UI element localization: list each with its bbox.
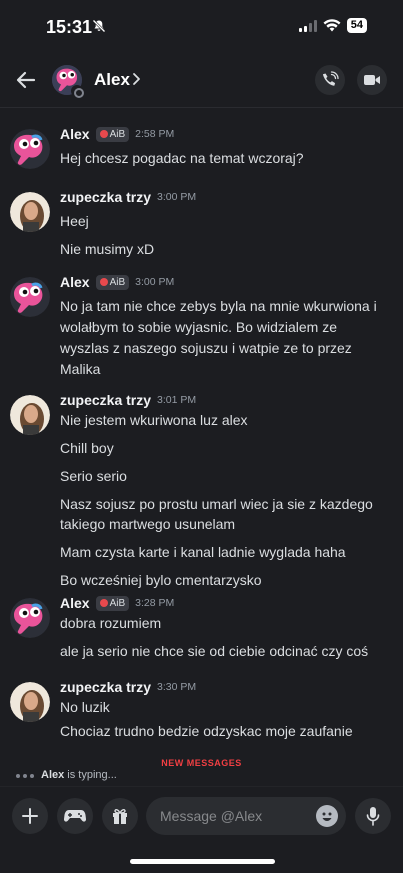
message-author[interactable]: Alex — [60, 126, 90, 142]
message-text: Nasz sojusz po prostu umarl wiec ja sie … — [60, 496, 373, 512]
voice-message-button[interactable] — [355, 798, 391, 834]
typing-dots-icon — [16, 774, 34, 778]
emoji-icon — [322, 812, 332, 821]
status-bar: 15:31 54 — [0, 0, 403, 52]
emoji-button[interactable] — [316, 805, 338, 827]
battery-indicator: 54 — [346, 18, 367, 33]
dm-header: Alex — [0, 52, 403, 108]
avatar[interactable] — [10, 192, 50, 232]
fire-icon — [99, 278, 108, 286]
fire-icon — [99, 130, 108, 138]
message-text: dobra rozumiem — [60, 615, 162, 631]
message-header: Alex AiB 3:28 PM — [60, 595, 174, 611]
message-text: Malika — [60, 361, 101, 377]
message-header: Alex AiB 3:00 PM — [60, 274, 174, 290]
conversation-title[interactable]: Alex — [94, 70, 130, 90]
fire-icon — [99, 599, 108, 607]
cellular-signal-icon — [298, 19, 317, 32]
gift-icon — [113, 809, 127, 824]
message-timestamp: 3:28 PM — [135, 597, 175, 609]
activities-button[interactable] — [57, 798, 93, 834]
message-input-container — [146, 797, 346, 835]
video-call-button[interactable] — [357, 65, 387, 95]
message-author[interactable]: zupeczka trzy — [60, 189, 151, 205]
guild-tag-badge[interactable]: AiB — [95, 595, 130, 611]
video-camera-icon — [364, 75, 380, 85]
message-timestamp: 3:00 PM — [135, 276, 175, 288]
avatar[interactable] — [10, 277, 50, 317]
message-text: ale ja serio nie chce sie od ciebie odci… — [60, 643, 369, 659]
message-author[interactable]: Alex — [60, 274, 90, 290]
message-text: Heej — [60, 213, 89, 229]
message-header: zupeczka trzy 3:01 PM — [60, 392, 196, 408]
plus-icon — [22, 808, 38, 824]
message-text: Nie musimy xD — [60, 241, 155, 257]
message-input[interactable] — [160, 797, 310, 835]
message-text: wolałbym to sobie wyjasnic. Bo widzialem… — [60, 319, 337, 335]
add-attachment-button[interactable] — [12, 798, 48, 834]
message-author[interactable]: zupeczka trzy — [60, 392, 151, 408]
offline-status-icon — [71, 85, 84, 98]
message-timestamp: 3:00 PM — [157, 191, 197, 203]
home-indicator[interactable] — [130, 859, 275, 864]
message-text: Serio serio — [60, 468, 127, 484]
message-text: Mam czysta karte i kanal ladnie wyglada … — [60, 544, 346, 560]
guild-tag-badge[interactable]: AiB — [95, 274, 130, 290]
message-text: Hej chcesz pogadac na temat wczoraj? — [60, 150, 304, 166]
message-timestamp: 3:30 PM — [157, 681, 197, 693]
message-text: Chill boy — [60, 440, 114, 456]
message-author[interactable]: Alex — [60, 595, 90, 611]
message-text: Chociaz trudno bedzie odzyskac moje zauf… — [60, 723, 353, 739]
wifi-icon — [323, 19, 341, 32]
message-text: wyszlas z naszego sojuszu i watpie ze to… — [60, 340, 352, 356]
message-text: No luzik — [60, 699, 110, 715]
message-header: zupeczka trzy 3:00 PM — [60, 189, 196, 205]
avatar[interactable] — [10, 129, 50, 169]
avatar[interactable] — [10, 682, 50, 722]
gamepad-icon — [64, 810, 86, 822]
typing-text: Alex is typing... — [41, 769, 117, 781]
message-header: Alex AiB 2:58 PM — [60, 126, 174, 142]
arrow-left-icon[interactable] — [14, 68, 38, 92]
message-text: Bo wcześniej bylo cmentarzysko — [60, 572, 262, 588]
message-author[interactable]: zupeczka trzy — [60, 679, 151, 695]
avatar[interactable] — [10, 598, 50, 638]
typing-indicator: Alex is typing... — [0, 766, 403, 786]
message-timestamp: 3:01 PM — [157, 394, 197, 406]
message-text: takiego martwego usunelam — [60, 516, 236, 532]
message-text: Nie jestem wkuriwona luz alex — [60, 412, 248, 428]
status-time: 15:31 — [46, 17, 93, 37]
phone-icon — [322, 71, 339, 86]
guild-tag-badge[interactable]: AiB — [95, 126, 130, 142]
microphone-icon — [366, 807, 380, 826]
message-text: No ja tam nie chce zebys byla na mnie wk… — [60, 298, 377, 314]
chevron-right-icon[interactable] — [132, 70, 142, 88]
message-list[interactable]: Alex AiB 2:58 PM Hej chcesz pogadac na t… — [0, 108, 403, 764]
gift-button[interactable] — [102, 798, 138, 834]
avatar[interactable] — [10, 395, 50, 435]
message-header: zupeczka trzy 3:30 PM — [60, 679, 196, 695]
message-timestamp: 2:58 PM — [135, 128, 175, 140]
bell-slash-icon — [92, 19, 106, 33]
voice-call-button[interactable] — [315, 65, 345, 95]
